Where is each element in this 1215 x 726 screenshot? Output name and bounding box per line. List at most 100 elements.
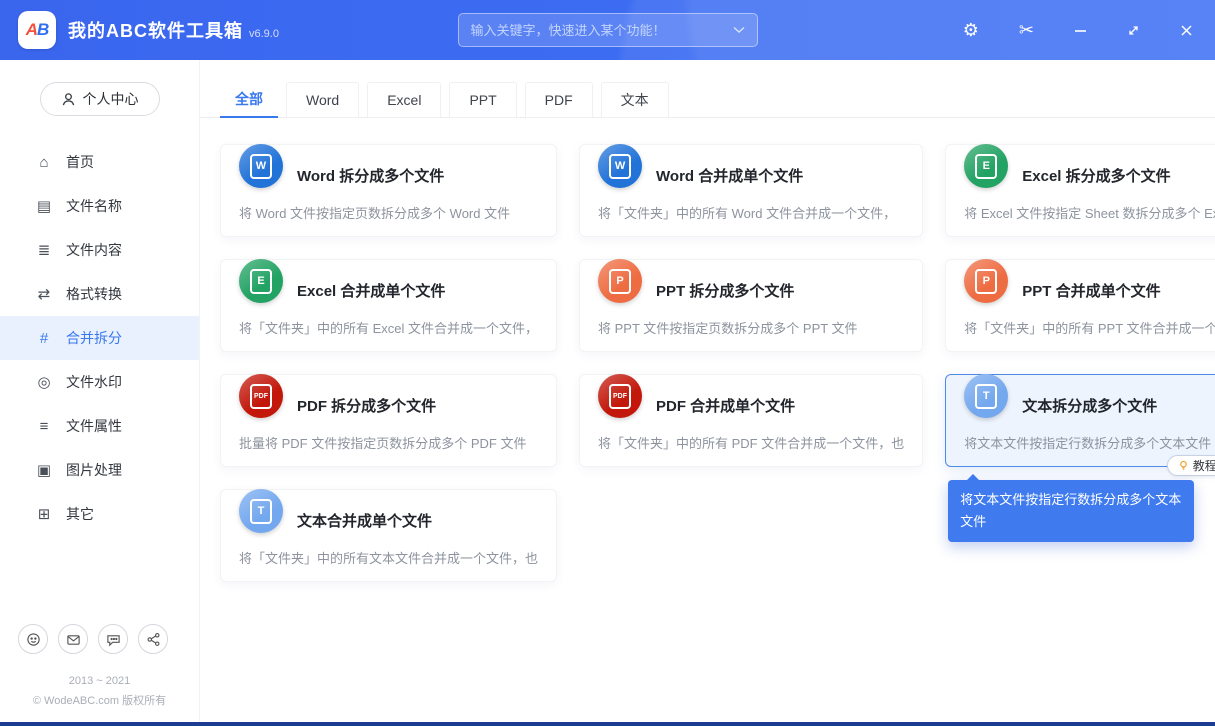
ppt-merge-icon: P	[964, 259, 1009, 303]
window-bottom-edge	[0, 722, 1215, 726]
tool-desc: 将 Word 文件按指定页数拆分成多个 Word 文件	[239, 206, 511, 221]
tool-desc: 将 Excel 文件按指定 Sheet 数拆分成多个 Excel 文件	[964, 206, 1215, 221]
tool-desc: 批量将 PDF 文件按指定页数拆分成多个 PDF 文件	[239, 436, 527, 451]
minimize-button[interactable]	[1074, 24, 1087, 37]
tool-title: Excel 拆分成多个文件	[1022, 167, 1171, 185]
mail-icon[interactable]	[58, 624, 88, 655]
sidebar-item-watermark[interactable]: ◎ 文件水印	[0, 360, 199, 404]
titlebar-actions: ⚙ ✂	[963, 21, 1193, 39]
search-input[interactable]	[470, 22, 725, 38]
tool-desc: 将「文件夹」中的所有 Word 文件合并成一个文件，	[598, 206, 897, 221]
tool-desc: 将「文件夹」中的所有 Excel 文件合并成一个文件，	[239, 321, 539, 336]
app-title: 我的ABC软件工具箱	[68, 21, 243, 41]
tool-card-ppt-split[interactable]: P PPT 拆分成多个文件 将 PPT 文件按指定页数拆分成多个 PPT 文件 …	[579, 259, 924, 352]
bulb-icon	[1178, 460, 1189, 471]
tool-title: PPT 合并成单个文件	[1022, 282, 1161, 300]
tool-card-word-merge[interactable]: W Word 合并成单个文件 将「文件夹」中的所有 Word 文件合并成一个文件…	[579, 144, 924, 237]
profile-button[interactable]: 个人中心	[39, 82, 160, 116]
tool-title: Word 拆分成多个文件	[297, 167, 445, 185]
excel-split-icon: E	[964, 144, 1009, 188]
sidebar-item-other[interactable]: ⊞ 其它	[0, 492, 199, 536]
tool-card-head: E Excel 合并成单个文件	[239, 259, 538, 310]
file-name-icon: ▤	[36, 198, 52, 215]
image-process-icon: ▣	[36, 462, 52, 479]
app-logo: AB	[18, 11, 56, 49]
tab-4[interactable]: PDF	[524, 82, 593, 118]
tab-5[interactable]: 文本	[600, 82, 669, 118]
text-merge-icon: T	[239, 489, 283, 533]
word-merge-icon: W	[598, 144, 643, 188]
hover-tooltip: 将文本文件按指定行数拆分成多个文本文件	[948, 473, 1195, 543]
tutorial-button[interactable]: 教程	[1166, 455, 1215, 476]
sidebar-item-label: 格式转换	[66, 286, 122, 302]
share-icon[interactable]	[138, 624, 168, 655]
tab-label: 文本	[620, 92, 649, 108]
tool-card-ppt-merge[interactable]: P PPT 合并成单个文件 将「文件夹」中的所有 PPT 文件合并成一个文件，也…	[945, 259, 1215, 352]
sidebar-item-format-convert[interactable]: ⇄ 格式转换	[0, 272, 199, 316]
close-button[interactable]	[1180, 24, 1193, 37]
tool-card-head: PDF PDF 合并成单个文件	[598, 374, 904, 425]
tool-card-head: PDF PDF 拆分成多个文件	[239, 374, 538, 425]
chat-icon[interactable]	[98, 624, 128, 655]
tool-card-pdf-split[interactable]: PDF PDF 拆分成多个文件 批量将 PDF 文件按指定页数拆分成多个 PDF…	[220, 374, 558, 467]
tool-title: Excel 合并成单个文件	[297, 282, 446, 300]
tool-card-text-split[interactable]: T 文本拆分成多个文件 将文本文件按指定行数拆分成多个文本文件 教程 ♡ 关注 …	[945, 374, 1215, 543]
tab-2[interactable]: Excel	[367, 82, 442, 118]
sidebar-nav: ⌂ 首页 ▤ 文件名称 ≣ 文件内容 ⇄ 格式转换 # 合并拆分 ◎ 文件水印 …	[0, 140, 199, 624]
sidebar-item-file-attributes[interactable]: ≡ 文件属性	[0, 404, 199, 448]
copyright-owner: © WodeABC.com 版权所有	[32, 695, 167, 708]
ppt-split-icon: P	[598, 259, 643, 303]
tool-title: PPT 拆分成多个文件	[656, 282, 795, 300]
tab-label: 全部	[235, 91, 263, 107]
sidebar-item-label: 文件属性	[66, 418, 122, 434]
hover-actions: 教程 ♡ 关注	[1166, 455, 1215, 476]
sidebar-item-label: 首页	[66, 154, 94, 170]
tool-card-head: W Word 拆分成多个文件	[239, 144, 538, 195]
sidebar-item-image-process[interactable]: ▣ 图片处理	[0, 448, 199, 492]
tool-card-pdf-merge[interactable]: PDF PDF 合并成单个文件 将「文件夹」中的所有 PDF 文件合并成一个文件…	[579, 374, 924, 467]
tab-1[interactable]: Word	[286, 82, 360, 118]
tab-3[interactable]: PPT	[449, 82, 517, 118]
sidebar-item-label: 文件内容	[66, 242, 122, 258]
tool-title: 文本拆分成多个文件	[1022, 397, 1158, 415]
tab-label: PDF	[544, 92, 573, 108]
sidebar-item-label: 文件名称	[66, 198, 122, 214]
tool-card-head: T 文本合并成单个文件	[239, 489, 538, 540]
sidebar-item-merge-split[interactable]: # 合并拆分	[0, 316, 199, 360]
tool-card-head: P PPT 拆分成多个文件	[598, 259, 904, 310]
sidebar-item-file-name[interactable]: ▤ 文件名称	[0, 184, 199, 228]
tool-title: Word 合并成单个文件	[656, 167, 804, 185]
pdf-merge-icon: PDF	[598, 374, 643, 418]
tool-card-word-split[interactable]: W Word 拆分成多个文件 将 Word 文件按指定页数拆分成多个 Word …	[220, 144, 558, 237]
excel-merge-icon: E	[239, 259, 283, 303]
sidebar-item-home[interactable]: ⌂ 首页	[0, 140, 199, 184]
file-attributes-icon: ≡	[39, 417, 49, 435]
main-content: 全部 Word Excel PPT PDF 文本 W Word 拆分成多个文件 …	[200, 60, 1215, 726]
tool-card-excel-split[interactable]: E Excel 拆分成多个文件 将 Excel 文件按指定 Sheet 数拆分成…	[945, 144, 1215, 237]
tool-desc: 将「文件夹」中的所有 PPT 文件合并成一个文件，也	[964, 321, 1215, 336]
settings-gear-icon[interactable]: ⚙	[963, 21, 979, 39]
tab-0[interactable]: 全部	[220, 82, 278, 118]
home-icon: ⌂	[39, 153, 49, 171]
global-search[interactable]	[457, 13, 758, 47]
profile-label: 个人中心	[82, 91, 139, 107]
qq-icon[interactable]	[18, 624, 48, 655]
tutorial-label: 教程	[1192, 459, 1215, 473]
fullscreen-button[interactable]	[1127, 24, 1140, 37]
sidebar: 个人中心 ⌂ 首页 ▤ 文件名称 ≣ 文件内容 ⇄ 格式转换 # 合并拆分 ◎ …	[0, 60, 200, 726]
sidebar-bottom-links	[0, 624, 199, 672]
tool-card-text-merge[interactable]: T 文本合并成单个文件 将「文件夹」中的所有文本文件合并成一个文件，也 教程 ♡…	[220, 489, 558, 582]
file-content-icon: ≣	[37, 242, 51, 259]
sidebar-item-file-content[interactable]: ≣ 文件内容	[0, 228, 199, 272]
tool-card-head: T 文本拆分成多个文件	[964, 374, 1215, 425]
text-split-icon: T	[964, 374, 1009, 418]
tool-desc: 将「文件夹」中的所有文本文件合并成一个文件，也	[239, 551, 539, 566]
app-version: v6.9.0	[249, 28, 279, 40]
tool-card-excel-merge[interactable]: E Excel 合并成单个文件 将「文件夹」中的所有 Excel 文件合并成一个…	[220, 259, 558, 352]
sidebar-item-label: 其它	[66, 506, 94, 522]
chevron-down-icon[interactable]	[733, 26, 745, 34]
pdf-split-icon: PDF	[239, 374, 283, 418]
tools-scissors-icon[interactable]: ✂	[1019, 21, 1034, 39]
sidebar-item-label: 文件水印	[66, 374, 122, 390]
tool-title: 文本合并成单个文件	[297, 512, 433, 530]
